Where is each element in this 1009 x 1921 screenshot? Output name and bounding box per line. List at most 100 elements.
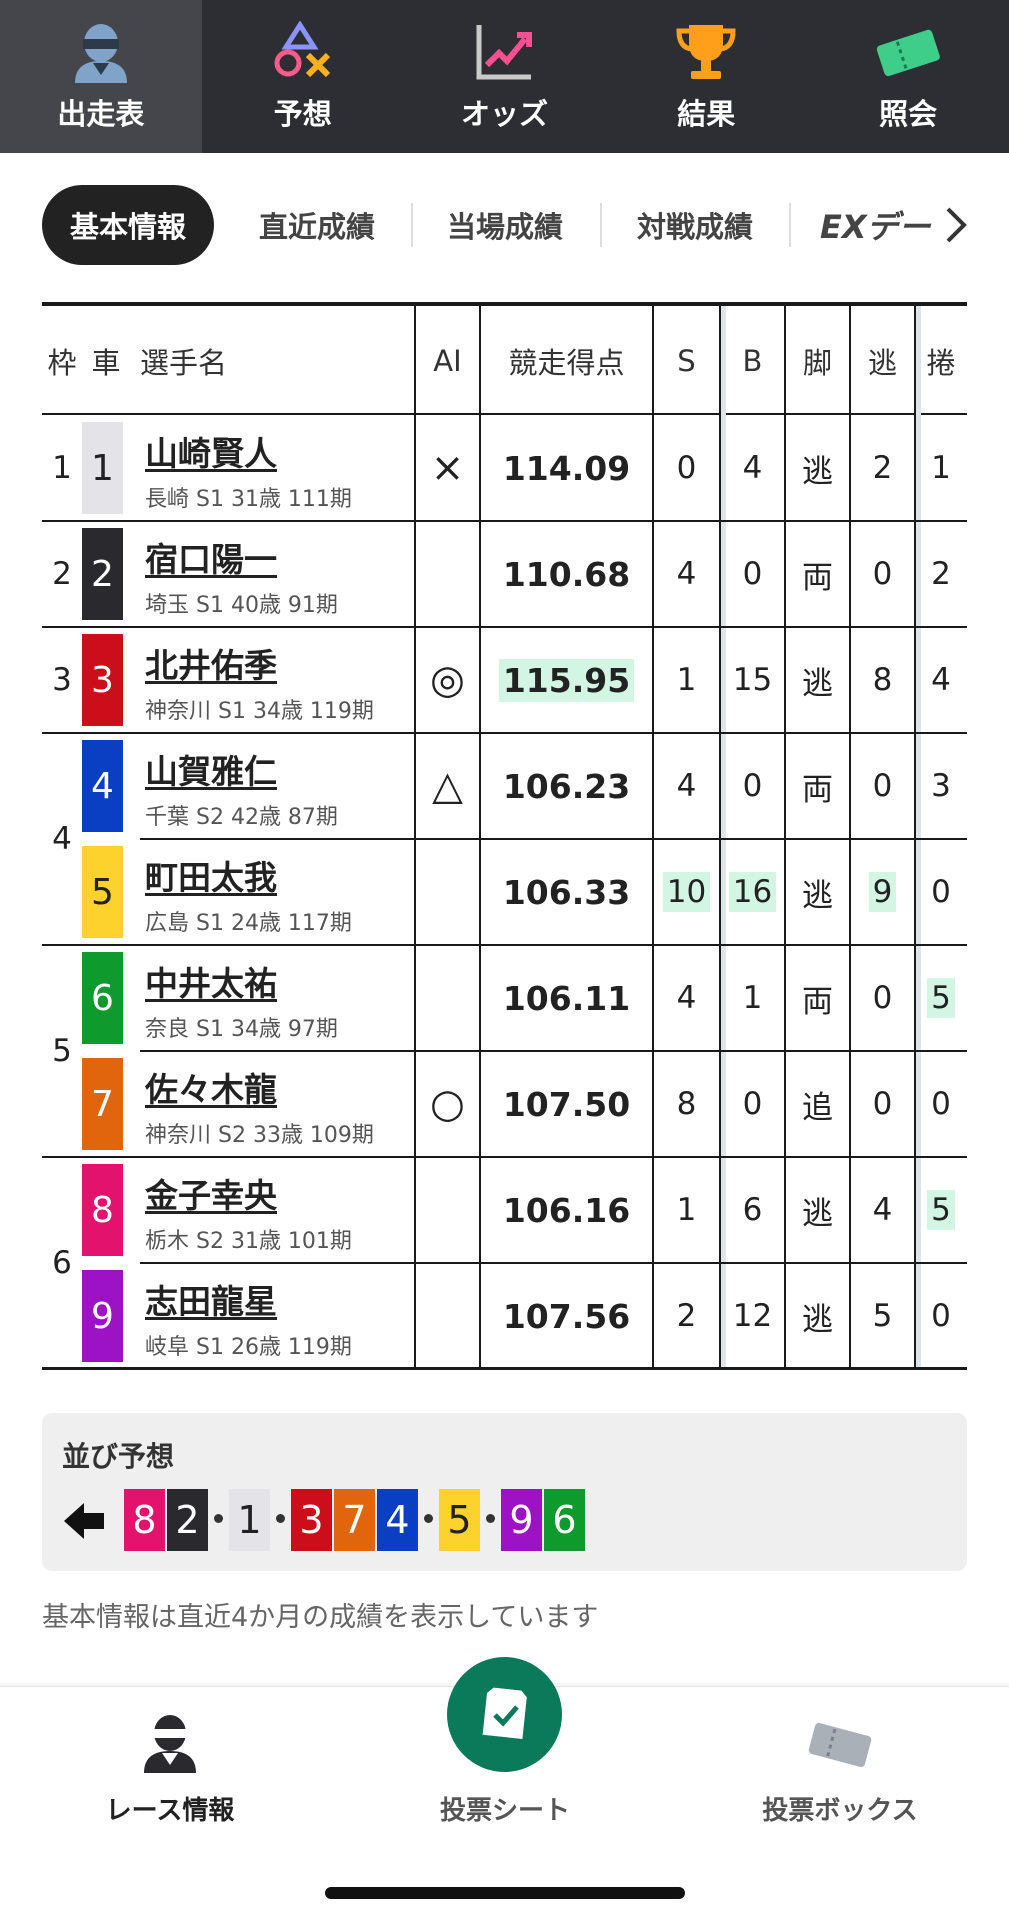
stat-nige: 9 (850, 839, 915, 945)
stat-b-value: 0 (742, 556, 763, 592)
ai-mark-text: × (430, 445, 465, 491)
subtab-label: 当場成績 (446, 210, 563, 244)
stat-nige-value: 0 (872, 1086, 893, 1122)
waku-number: 2 (42, 521, 82, 627)
stat-score: 114.09 (480, 415, 653, 521)
header-ai: AI (415, 306, 480, 415)
racer-name-link[interactable]: 志田龍星 (145, 1275, 277, 1323)
car-number: 5 (91, 871, 114, 913)
car-number-badge: 1 (82, 422, 123, 514)
racer-meta: 岐阜 S1 26歳 119期 (145, 1335, 352, 1360)
stat-makuri-value: 5 (927, 978, 955, 1018)
stat-score: 106.11 (480, 945, 653, 1051)
line-chip: 7 (334, 1489, 375, 1551)
stat-b-value: 0 (742, 768, 763, 804)
racer-name-link[interactable]: 宿口陽一 (145, 533, 277, 581)
stat-b: 1 (720, 945, 785, 1051)
subtab-label: 基本情報 (69, 210, 186, 244)
divider (789, 203, 791, 247)
racer-name-link[interactable]: 金子幸央 (145, 1169, 277, 1217)
top-nav: 出走表 予想 オッズ 結果 照会 (0, 0, 1009, 153)
stat-makuri: 1 (915, 415, 967, 521)
car-number: 6 (91, 977, 114, 1019)
subtab-matchup[interactable]: 対戦成績 (610, 185, 780, 265)
stat-s-value: 8 (676, 1086, 697, 1122)
ai-mark (415, 839, 480, 945)
bottom-nav-vote-sheet[interactable]: 投票シート (425, 1687, 585, 1827)
ai-mark: △ (415, 733, 480, 839)
subtab-recent[interactable]: 直近成績 (232, 185, 402, 265)
divider (411, 203, 413, 247)
tab-shussohyo[interactable]: 出走表 (0, 0, 202, 153)
bottom-nav-race-info[interactable]: レース情報 (90, 1687, 250, 1827)
stat-nige-value: 9 (868, 872, 897, 912)
racer-name-link[interactable]: 山賀雅仁 (145, 745, 277, 793)
stat-makuri: 3 (915, 733, 967, 839)
stat-makuri-value: 0 (931, 1086, 951, 1122)
header-s-text: S (677, 343, 696, 378)
line-chip-number: 3 (299, 1498, 324, 1542)
racer-name-link[interactable]: 山崎賢人 (145, 427, 277, 475)
header-score-text: 競走得点 (508, 345, 625, 380)
racer-icon (68, 21, 134, 83)
subtab-venue[interactable]: 当場成績 (420, 185, 590, 265)
stat-leg-value: 両 (802, 983, 833, 1020)
stat-s: 4 (653, 945, 720, 1051)
stat-s: 1 (653, 1157, 720, 1263)
stat-nige-value: 4 (872, 1192, 893, 1228)
stat-b: 12 (720, 1263, 785, 1369)
subtab-ex-data[interactable]: EXデー (820, 185, 940, 265)
stat-b-value: 12 (732, 1298, 773, 1334)
waku-number: 3 (42, 627, 82, 733)
sub-tab-bar: 基本情報 直近成績 当場成績 対戦成績 EXデー (0, 153, 1009, 293)
line-chip-number: 2 (175, 1498, 200, 1542)
line-chip: 4 (377, 1489, 418, 1551)
header-makuri: 捲 (915, 306, 967, 415)
car-number: 2 (91, 553, 114, 595)
stat-nige: 8 (850, 627, 915, 733)
chevron-right-icon[interactable] (940, 205, 970, 245)
header-nige: 逃 (850, 306, 915, 415)
tab-yoso[interactable]: 予想 (202, 0, 404, 153)
car-number: 1 (91, 447, 114, 489)
stat-makuri: 0 (915, 1263, 967, 1369)
stat-s-value: 0 (676, 450, 697, 486)
car-number: 3 (91, 659, 114, 701)
prediction-symbols-icon (270, 21, 336, 83)
trophy-icon (673, 21, 739, 83)
stat-makuri: 0 (915, 839, 967, 945)
stat-leg: 追 (785, 1051, 850, 1157)
ai-mark: ◎ (415, 627, 480, 733)
header-name: 選手名 (140, 306, 260, 415)
stat-leg: 逃 (785, 839, 850, 945)
tab-result[interactable]: 結果 (605, 0, 807, 153)
stat-nige-value: 2 (872, 450, 893, 486)
ticket-box-icon (807, 1717, 873, 1780)
stat-score-value: 107.56 (502, 1296, 631, 1336)
racer-name-link[interactable]: 町田太我 (145, 851, 277, 899)
ai-mark-text: △ (432, 763, 463, 809)
ai-mark-text: ○ (430, 1081, 465, 1127)
odds-chart-icon (471, 21, 537, 83)
stat-nige-value: 0 (872, 556, 893, 592)
car-number-badge: 7 (82, 1058, 123, 1150)
tab-shokai[interactable]: 照会 (807, 0, 1009, 153)
stat-nige: 0 (850, 1051, 915, 1157)
racer-meta: 栃木 S2 31歳 101期 (145, 1229, 352, 1254)
racer-name-link[interactable]: 佐々木龍 (145, 1063, 277, 1111)
stat-score-value: 115.95 (498, 658, 635, 702)
bottom-nav-ticket-box[interactable]: 投票ボックス (750, 1687, 930, 1827)
stat-score-value: 107.50 (502, 1084, 631, 1124)
racer-name-link[interactable]: 中井太祐 (145, 957, 277, 1005)
stat-nige-value: 0 (872, 768, 893, 804)
tab-label: 予想 (273, 97, 332, 131)
waku-number: 6 (42, 1157, 82, 1369)
subtab-basic-info[interactable]: 基本情報 (42, 185, 214, 265)
tab-odds[interactable]: オッズ (404, 0, 606, 153)
stat-s: 0 (653, 415, 720, 521)
info-note: 基本情報は直近4か月の成績を表示しています (42, 1602, 599, 1633)
racer-name-link[interactable]: 北井佑季 (145, 639, 277, 687)
stat-score: 115.95 (480, 627, 653, 733)
home-indicator[interactable] (325, 1887, 685, 1899)
stat-leg: 両 (785, 733, 850, 839)
